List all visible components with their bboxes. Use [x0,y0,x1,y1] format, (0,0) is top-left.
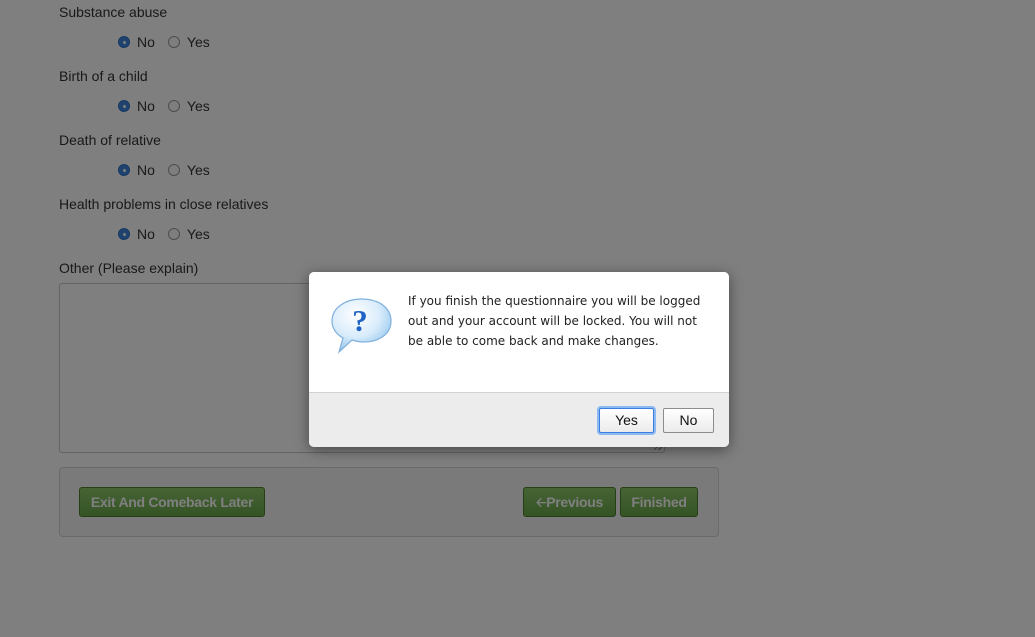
dialog-body: ? If you finish the questionnaire you wi… [309,272,729,392]
dialog-footer: Yes No [309,392,729,447]
svg-text:?: ? [352,303,368,338]
dialog-message: If you finish the questionnaire you will… [408,294,701,348]
question-bubble-icon: ? [331,298,392,354]
confirm-finish-dialog: ? If you finish the questionnaire you wi… [309,272,729,447]
dialog-yes-button[interactable]: Yes [599,408,654,433]
dialog-no-button[interactable]: No [663,408,714,433]
questionnaire-page: Substance abuse No Yes Birth of a child … [0,0,1035,637]
